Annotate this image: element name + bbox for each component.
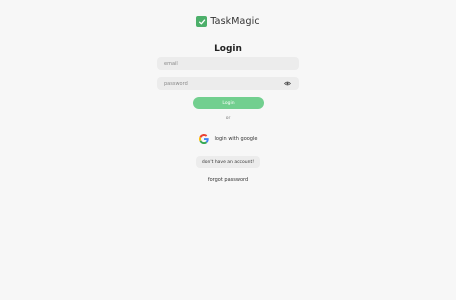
google-icon xyxy=(198,134,209,144)
password-field[interactable] xyxy=(164,80,284,87)
forgot-password-link[interactable]: forgot password xyxy=(0,177,456,183)
password-field-container xyxy=(157,77,299,90)
email-field-container xyxy=(157,57,299,70)
eye-icon[interactable] xyxy=(284,79,292,88)
signup-button[interactable]: don't have an account! xyxy=(196,156,260,168)
divider-text: or xyxy=(225,116,231,121)
login-button[interactable]: Login xyxy=(193,97,264,109)
google-login-button[interactable]: login with google xyxy=(0,134,456,144)
check-icon xyxy=(196,16,208,27)
page-title: Login xyxy=(214,44,242,54)
google-login-label: login with google xyxy=(214,136,258,142)
brand-name: TaskMagic xyxy=(210,16,260,27)
email-field[interactable] xyxy=(164,60,292,67)
brand-header: TaskMagic xyxy=(0,16,456,27)
login-page: TaskMagic Login Login or login with goog… xyxy=(0,0,456,300)
